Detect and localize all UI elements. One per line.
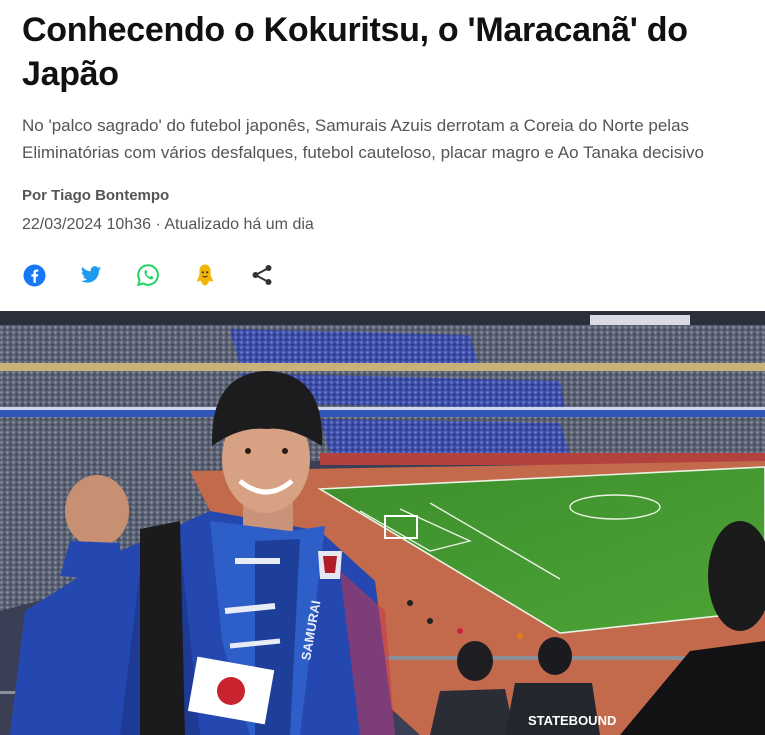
share-bar [22,260,307,290]
publish-info: 22/03/2024 10h36 · Atualizado há um dia [22,216,314,234]
kwai-icon [196,264,214,286]
article-subtitle: No 'palco sagrado' do futebol japonês, S… [22,116,704,162]
updated-label: Atualizado há um dia [164,216,314,233]
share-facebook-button[interactable] [22,263,46,287]
share-icon [252,265,272,285]
article-title: Conhecendo o Kokuritsu, o 'Maracanã' do … [22,11,688,93]
article-photo[interactable]: STATEBOUND SAMURAI [0,311,765,735]
facebook-icon [22,263,46,287]
date-separator: · [151,216,165,233]
whatsapp-icon [136,264,159,287]
publish-date: 22/03/2024 10h36 [22,216,152,233]
article: Conhecendo o Kokuritsu, o 'Maracanã' do … [0,0,765,735]
share-kwai-button[interactable] [193,263,217,287]
share-more-button[interactable] [250,263,274,287]
shirt-text: STATEBOUND [528,713,616,728]
author-byline[interactable]: Por Tiago Bontempo [22,187,169,204]
share-twitter-button[interactable] [79,263,103,287]
twitter-icon [80,266,102,283]
share-whatsapp-button[interactable] [136,263,160,287]
stadium-photo: STATEBOUND SAMURAI [0,311,765,735]
